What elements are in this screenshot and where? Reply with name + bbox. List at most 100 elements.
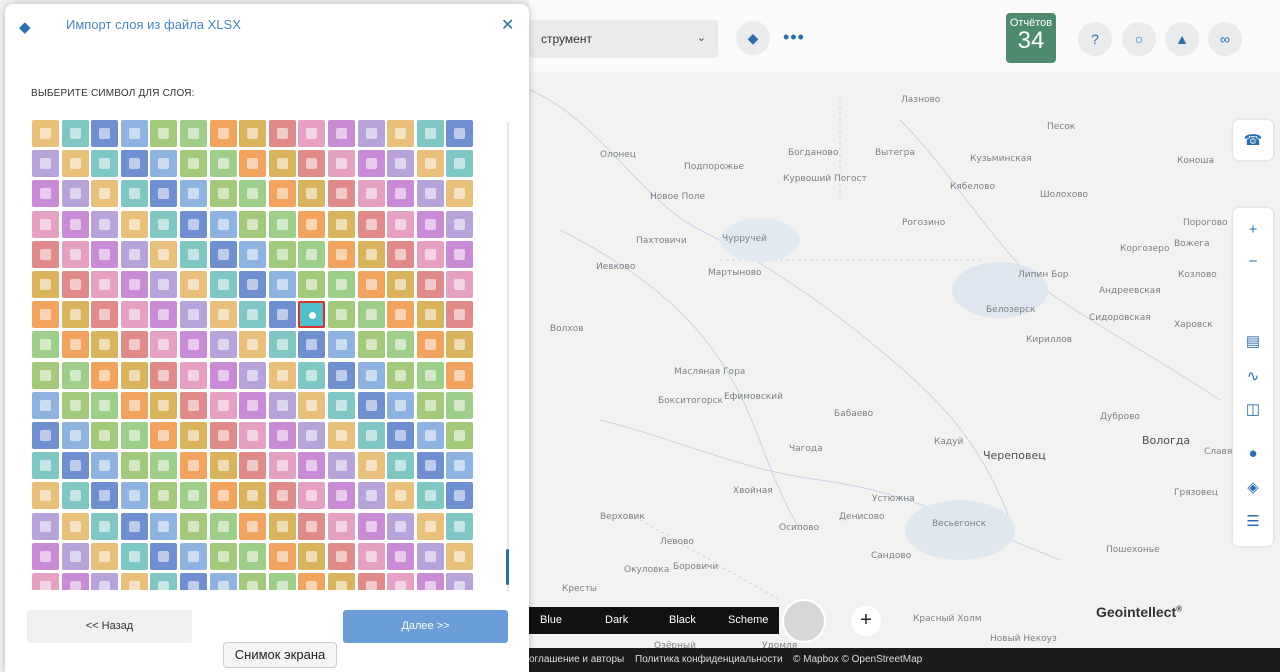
- symbol-option[interactable]: [150, 573, 178, 590]
- help-button[interactable]: ?: [1078, 22, 1112, 56]
- symbol-option[interactable]: [446, 573, 474, 590]
- symbol-option[interactable]: [416, 210, 444, 238]
- eraser-icon[interactable]: ◈: [1241, 476, 1265, 498]
- symbol-option[interactable]: [150, 271, 178, 298]
- symbol-option[interactable]: [91, 150, 119, 178]
- symbol-option[interactable]: [91, 240, 119, 268]
- symbol-option[interactable]: [268, 422, 296, 449]
- close-icon[interactable]: ✕: [501, 15, 514, 35]
- symbol-option[interactable]: [239, 512, 267, 540]
- symbol-option[interactable]: [328, 331, 355, 359]
- symbol-option[interactable]: [328, 120, 355, 147]
- symbol-option[interactable]: [91, 301, 119, 329]
- symbol-option[interactable]: [239, 180, 267, 208]
- scrollbar-track[interactable]: [507, 122, 509, 592]
- symbol-option[interactable]: [357, 150, 385, 178]
- symbol-option[interactable]: [239, 422, 267, 449]
- symbol-option[interactable]: [209, 301, 237, 329]
- symbol-option[interactable]: [268, 150, 296, 178]
- symbol-option[interactable]: [61, 150, 89, 178]
- symbol-option[interactable]: [209, 240, 237, 268]
- symbol-option[interactable]: [416, 240, 444, 268]
- symbol-option[interactable]: [120, 331, 148, 359]
- symbol-option[interactable]: [61, 512, 89, 540]
- symbol-option[interactable]: [416, 271, 444, 298]
- symbol-option[interactable]: [387, 150, 415, 178]
- zoom-out-icon[interactable]: −: [1241, 250, 1265, 272]
- search-button[interactable]: ○: [1122, 22, 1156, 56]
- symbol-option[interactable]: [120, 120, 148, 147]
- style-blue[interactable]: Blue: [540, 614, 562, 626]
- symbol-option[interactable]: [268, 331, 296, 359]
- symbol-option[interactable]: [416, 150, 444, 178]
- symbol-option[interactable]: [209, 150, 237, 178]
- symbol-option[interactable]: [357, 180, 385, 208]
- symbol-option[interactable]: [180, 542, 207, 570]
- symbol-option[interactable]: [357, 240, 385, 268]
- symbol-option[interactable]: [298, 120, 326, 147]
- symbol-option[interactable]: [357, 391, 385, 419]
- symbol-option[interactable]: [239, 331, 267, 359]
- symbol-option[interactable]: [328, 512, 355, 540]
- symbol-option[interactable]: [209, 120, 237, 147]
- symbol-option[interactable]: [91, 573, 119, 590]
- tool-select[interactable]: струмент ⌄: [529, 20, 718, 58]
- symbol-option[interactable]: [61, 331, 89, 359]
- symbol-option[interactable]: [32, 391, 59, 419]
- symbol-option[interactable]: [61, 391, 89, 419]
- symbol-option[interactable]: [357, 301, 385, 329]
- symbol-option[interactable]: [61, 573, 89, 590]
- symbol-option[interactable]: [32, 422, 59, 449]
- symbol-option[interactable]: [328, 573, 355, 590]
- symbol-option[interactable]: [209, 271, 237, 298]
- symbol-option[interactable]: [180, 271, 207, 298]
- symbol-option[interactable]: [150, 391, 178, 419]
- symbol-option[interactable]: [32, 452, 59, 480]
- symbol-option[interactable]: [268, 301, 296, 329]
- symbol-option[interactable]: [120, 422, 148, 449]
- globe-style-button[interactable]: [782, 599, 826, 643]
- symbol-option[interactable]: [446, 240, 474, 268]
- symbol-option[interactable]: [120, 150, 148, 178]
- symbol-option[interactable]: [268, 452, 296, 480]
- symbol-option[interactable]: [298, 271, 326, 298]
- symbol-option[interactable]: [91, 210, 119, 238]
- symbol-option[interactable]: [387, 120, 415, 147]
- symbol-option[interactable]: [120, 391, 148, 419]
- symbol-option[interactable]: [268, 120, 296, 147]
- symbol-option[interactable]: [328, 301, 355, 329]
- symbol-option[interactable]: [387, 391, 415, 419]
- symbol-option[interactable]: [328, 180, 355, 208]
- symbol-option[interactable]: [239, 210, 267, 238]
- symbol-option[interactable]: [446, 391, 474, 419]
- symbol-option[interactable]: [209, 391, 237, 419]
- symbol-option[interactable]: [120, 210, 148, 238]
- symbol-option[interactable]: [91, 271, 119, 298]
- symbol-option[interactable]: [150, 331, 178, 359]
- symbol-option[interactable]: [180, 422, 207, 449]
- symbol-option[interactable]: [328, 422, 355, 449]
- symbol-option[interactable]: [416, 542, 444, 570]
- symbol-option[interactable]: [150, 482, 178, 510]
- symbol-option[interactable]: [32, 361, 59, 389]
- symbol-option[interactable]: [32, 573, 59, 590]
- symbol-option[interactable]: [61, 180, 89, 208]
- symbol-option[interactable]: [298, 331, 326, 359]
- symbol-option[interactable]: [328, 391, 355, 419]
- symbol-option[interactable]: [239, 391, 267, 419]
- symbol-option[interactable]: [298, 180, 326, 208]
- symbol-option[interactable]: [298, 240, 326, 268]
- symbol-option[interactable]: [150, 120, 178, 147]
- symbol-option[interactable]: [180, 210, 207, 238]
- symbol-option[interactable]: [416, 512, 444, 540]
- stack-icon[interactable]: ☰: [1241, 510, 1265, 532]
- symbol-option[interactable]: [268, 482, 296, 510]
- symbol-option[interactable]: [446, 422, 474, 449]
- symbol-option[interactable]: [446, 210, 474, 238]
- symbol-option[interactable]: [120, 482, 148, 510]
- symbol-option[interactable]: [209, 482, 237, 510]
- symbol-option[interactable]: [357, 452, 385, 480]
- symbol-option[interactable]: [416, 301, 444, 329]
- symbol-option[interactable]: [239, 542, 267, 570]
- symbol-option[interactable]: [120, 301, 148, 329]
